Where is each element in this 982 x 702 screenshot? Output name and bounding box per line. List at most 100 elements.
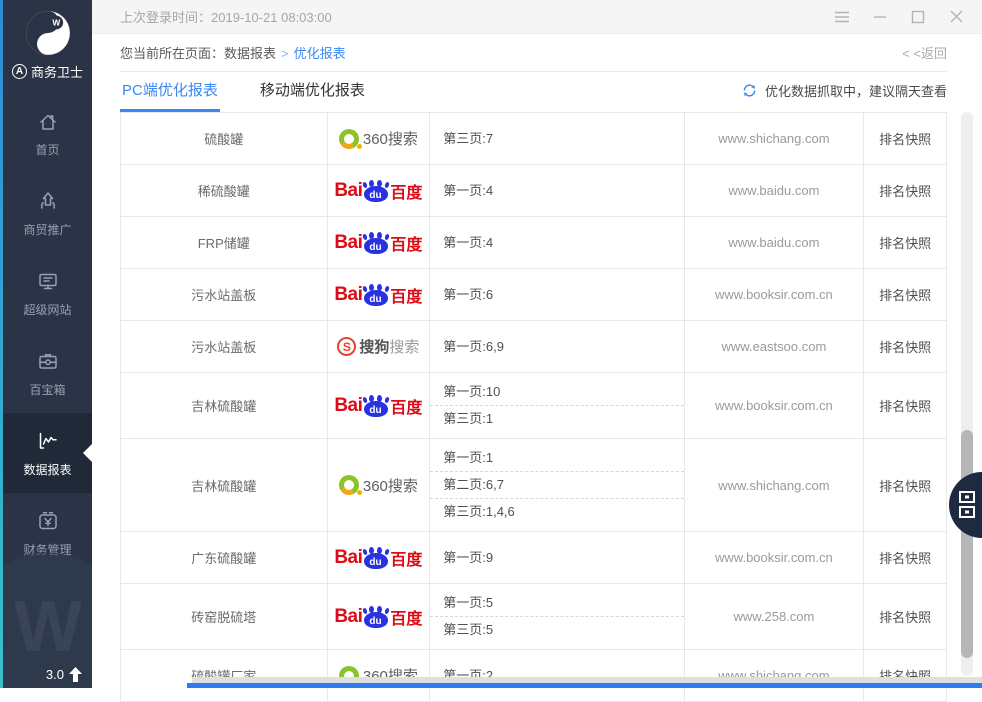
snapshot-link[interactable]: 排名快照	[864, 439, 946, 531]
engine-cell: Bai du 百度	[328, 584, 431, 649]
baidu-paw-icon: du	[364, 238, 388, 254]
minimize-icon[interactable]	[866, 6, 894, 28]
ranking-entry: 第一页:1	[430, 445, 683, 471]
url-cell: www.shichang.com	[685, 113, 865, 164]
ranking-entry: 第一页:5	[430, 590, 683, 616]
breadcrumb-row: 您当前所在页面：数据报表>优化报表 < <返回	[120, 34, 947, 72]
keyword-cell: FRP储罐	[121, 217, 328, 268]
sidebar-item-label: 超级网站	[23, 301, 71, 318]
sidebar-item-label: 百宝箱	[29, 381, 65, 398]
keyword-cell: 污水站盖板	[121, 321, 328, 372]
snapshot-link[interactable]: 排名快照	[864, 269, 946, 320]
snapshot-link[interactable]: 排名快照	[864, 113, 946, 164]
ranking-entry: 第一页:4	[430, 178, 683, 204]
breadcrumb: 您当前所在页面：数据报表>优化报表	[120, 43, 346, 62]
table-row: 污水站盖板 Bai du 百度 第一页:6 www.booksir.com.cn…	[121, 269, 946, 321]
baidu-logo-icon: Bai du 百度	[334, 394, 422, 418]
snapshot-link[interactable]: 排名快照	[864, 584, 946, 649]
ranking-cell: 第一页:4	[430, 165, 684, 216]
url-cell: www.shichang.com	[685, 439, 865, 531]
close-icon[interactable]	[942, 6, 970, 28]
qr-widget-button[interactable]	[949, 472, 982, 538]
snapshot-link[interactable]: 排名快照	[864, 321, 946, 372]
ranking-cell: 第三页:7	[430, 113, 684, 164]
s360-ring-icon	[339, 129, 359, 149]
url-cell: www.baidu.com	[685, 217, 865, 268]
table-row: 吉林硫酸罐 360搜索 第一页:1第二页:6,7第三页:1,4,6 www.sh…	[121, 439, 946, 532]
main-area: 上次登录时间：2019-10-21 08:03:00 您当前所在页面：数据报表>…	[92, 0, 982, 688]
snapshot-link[interactable]: 排名快照	[864, 165, 946, 216]
last-login-text: 上次登录时间：2019-10-21 08:03:00	[120, 7, 332, 26]
url-cell: www.258.com	[685, 584, 865, 649]
ranking-cell: 第一页:10第三页:1	[430, 373, 684, 438]
sidebar-item-home[interactable]: 首页	[3, 93, 92, 173]
breadcrumb-current[interactable]: 优化报表	[294, 46, 346, 61]
tab-mobile-report[interactable]: 移动端优化报表	[258, 71, 367, 112]
ranking-cell: 第一页:1第二页:6,7第三页:1,4,6	[430, 439, 684, 531]
qr-code-icon	[957, 490, 979, 520]
toolbox-icon	[35, 349, 61, 373]
baidu-logo-icon: Bai du 百度	[334, 231, 422, 255]
ranking-entry: 第一页:6,9	[430, 334, 683, 360]
table-row: 广东硫酸罐 Bai du 百度 第一页:9 www.booksir.com.cn…	[121, 532, 946, 584]
engine-cell: Bai du 百度	[328, 373, 431, 438]
sidebar-item-promotion[interactable]: 商贸推广	[3, 173, 92, 253]
refresh-icon[interactable]	[741, 82, 758, 99]
snapshot-link[interactable]: 排名快照	[864, 532, 946, 583]
version-number: 3.0	[46, 667, 64, 682]
upgrade-arrow-icon[interactable]	[69, 667, 82, 682]
keyword-cell: 污水站盖板	[121, 269, 328, 320]
snapshot-link[interactable]: 排名快照	[864, 373, 946, 438]
engine-cell: Bai du 百度	[328, 217, 431, 268]
engine-cell: S 搜狗 搜索	[328, 321, 431, 372]
sidebar-item-website[interactable]: 超级网站	[3, 253, 92, 333]
ranking-entry: 第三页:1,4,6	[430, 498, 683, 525]
engine-cell: 360搜索	[328, 439, 431, 531]
url-cell: www.booksir.com.cn	[685, 373, 865, 438]
table-row: 硫酸罐厂家 360搜索 第一页:2 www.shichang.com 排名快照	[121, 650, 946, 702]
brand-badge-icon: A	[12, 64, 27, 79]
finance-icon	[35, 509, 61, 533]
sidebar-item-reports[interactable]: 数据报表	[3, 413, 92, 493]
sidebar-item-label: 首页	[35, 141, 59, 158]
back-link[interactable]: < <返回	[902, 43, 947, 62]
ranking-cell: 第一页:6	[430, 269, 684, 320]
engine-cell: Bai du 百度	[328, 532, 431, 583]
tab-pc-report[interactable]: PC端优化报表	[120, 71, 220, 112]
baidu-logo-icon: Bai du 百度	[334, 179, 422, 203]
version-badge: 3.0	[46, 667, 82, 682]
report-table: 硫酸罐 360搜索 第三页:7 www.shichang.com 排名快照 稀硫…	[120, 112, 947, 702]
s360-ring-icon	[339, 475, 359, 495]
ranking-entry: 第一页:6	[430, 282, 683, 308]
maximize-icon[interactable]	[904, 6, 932, 28]
ranking-entry: 第一页:9	[430, 545, 683, 571]
sidebar-item-label: 商贸推广	[23, 221, 71, 238]
snapshot-link[interactable]: 排名快照	[864, 650, 946, 701]
keyword-cell: 广东硫酸罐	[121, 532, 328, 583]
url-cell: www.shichang.com	[685, 650, 865, 701]
url-cell: www.eastsoo.com	[685, 321, 865, 372]
baidu-logo-icon: Bai du 百度	[334, 605, 422, 629]
menu-icon[interactable]	[828, 6, 856, 28]
breadcrumb-section[interactable]: 数据报表	[224, 46, 276, 61]
s360-logo-icon: 360搜索	[339, 128, 418, 149]
table-row: 稀硫酸罐 Bai du 百度 第一页:4 www.baidu.com 排名快照	[121, 165, 946, 217]
sidebar-item-toolbox[interactable]: 百宝箱	[3, 333, 92, 413]
scrollbar-track[interactable]	[961, 112, 973, 676]
ranking-entry: 第三页:1	[430, 405, 683, 432]
svg-text:W: W	[52, 18, 60, 28]
table-row: FRP储罐 Bai du 百度 第一页:4 www.baidu.com 排名快照	[121, 217, 946, 269]
url-cell: www.baidu.com	[685, 165, 865, 216]
ranking-cell: 第一页:6,9	[430, 321, 684, 372]
sogou-logo-icon: S 搜狗 搜索	[337, 336, 419, 357]
breadcrumb-separator: >	[281, 46, 289, 61]
baidu-paw-icon: du	[364, 401, 388, 417]
engine-cell: Bai du 百度	[328, 269, 431, 320]
window-controls	[828, 6, 970, 28]
table-row: 吉林硫酸罐 Bai du 百度 第一页:10第三页:1 www.booksir.…	[121, 373, 946, 439]
keyword-cell: 吉林硫酸罐	[121, 373, 328, 438]
scrollbar-thumb[interactable]	[961, 430, 973, 658]
snapshot-link[interactable]: 排名快照	[864, 217, 946, 268]
engine-cell: Bai du 百度	[328, 165, 431, 216]
active-item-notch	[83, 444, 92, 462]
